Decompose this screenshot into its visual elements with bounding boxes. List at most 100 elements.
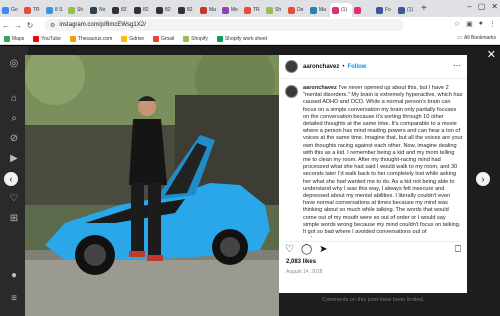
instagram-logo-icon[interactable]: ◎ [8, 58, 20, 70]
maximize-icon[interactable]: ▢ [478, 2, 486, 11]
comment-icon[interactable]: ◯ [301, 244, 312, 255]
bookmark-label: YouTube [41, 35, 61, 42]
instagram-page: ◎ ⌂ ⌕ ⊘ ▶ ✈ ♡ ⊞ ● ≡ [0, 46, 500, 316]
tab-favicon-icon [200, 6, 207, 14]
menu-icon[interactable]: ⋮ [489, 20, 496, 28]
bookmark-item[interactable]: Thesaurus.com [69, 35, 113, 42]
tab-favicon-icon [288, 6, 295, 14]
folder-icon: ▭ [457, 35, 463, 41]
bookmark-icon [216, 35, 223, 42]
reels-icon[interactable]: ▶ [8, 153, 20, 165]
tab-favicon-icon [178, 6, 185, 14]
browser-tab[interactable]: 82 [154, 3, 176, 17]
search-icon[interactable]: ⌕ [8, 113, 20, 125]
browser-tab[interactable]: 82 [176, 3, 198, 17]
url-text: instagram.com/p/BmcEWsg1X2/ [59, 22, 146, 28]
home-icon[interactable]: ⌂ [8, 93, 20, 105]
tab-label: Go [11, 7, 18, 13]
browser-tab[interactable]: De [286, 3, 308, 17]
browser-tab[interactable]: Go [0, 3, 22, 17]
reload-icon[interactable]: ↻ [24, 21, 36, 30]
browser-tab[interactable]: 8 S [44, 3, 66, 17]
bookmark-item[interactable]: Maps [4, 35, 25, 42]
browser-tab[interactable]: Fo [374, 3, 396, 17]
new-tab-button[interactable]: + [421, 3, 427, 14]
likes-count[interactable]: 2,083 likes [286, 259, 316, 265]
tab-label: (1) [407, 7, 414, 13]
tab-label: Ma [209, 7, 216, 13]
post-date: August 14, 2018 [286, 269, 323, 275]
close-window-icon[interactable]: ✕ [491, 2, 498, 11]
previous-post-button[interactable]: ‹ [4, 172, 18, 186]
browser-tab[interactable]: Ma [308, 3, 330, 17]
tab-label: 8 S [55, 7, 63, 13]
separator-dot: • [342, 63, 345, 70]
bookmark-label: Gdrive [129, 35, 145, 42]
browser-tab[interactable]: (1) [330, 3, 352, 17]
all-bookmarks-button[interactable]: ▭ All Bookmarks [457, 35, 496, 41]
save-icon[interactable]: ⎕ [455, 244, 461, 255]
browser-tab[interactable]: Ma [198, 3, 220, 17]
extensions-icon[interactable]: ▣ [466, 20, 473, 28]
caption-username[interactable]: aaronchavez [303, 85, 337, 91]
tab-label: Sh [275, 7, 282, 13]
tab-favicon-icon [68, 6, 75, 14]
tab-label: 82 [143, 7, 149, 13]
tab-label: De [297, 7, 304, 13]
tab-favicon-icon [354, 6, 361, 14]
post-details-panel: aaronchavez • Follow ⋯ aaronchavez I've … [279, 55, 467, 307]
profile-avatar-icon[interactable]: ● [8, 270, 20, 282]
more-options-icon[interactable]: ⋯ [453, 61, 461, 70]
create-icon[interactable]: ⊞ [8, 213, 20, 225]
like-icon[interactable]: ♡ [285, 244, 294, 255]
tab-favicon-icon [332, 6, 339, 14]
more-menu-icon[interactable]: ≡ [8, 293, 20, 305]
browser-tab[interactable]: (1) [396, 3, 418, 17]
browser-tab[interactable]: No [88, 3, 110, 17]
caption-body: I've never opened up about this, but I h… [303, 85, 463, 237]
browser-tab[interactable]: TR [242, 3, 264, 17]
tab-favicon-icon [24, 6, 31, 14]
bookmark-label: Maps [12, 35, 25, 42]
star-icon[interactable]: ☆ [454, 20, 460, 28]
bookmark-item[interactable]: Gmail [153, 35, 174, 42]
forward-icon[interactable]: → [12, 21, 24, 30]
browser-tab[interactable]: 82 [110, 3, 132, 17]
tab-favicon-icon [156, 6, 163, 14]
bookmark-label: Shopify [191, 35, 208, 42]
bookmark-icon [153, 35, 160, 42]
bookmark-item[interactable]: Gdrive [121, 35, 145, 42]
tab-label: 82 [165, 7, 171, 13]
browser-tab[interactable]: TR [22, 3, 44, 17]
next-post-button[interactable]: › [476, 172, 490, 186]
post-header: aaronchavez • Follow ⋯ [279, 55, 467, 79]
follow-button[interactable]: Follow [347, 64, 366, 70]
explore-icon[interactable]: ⊘ [8, 133, 20, 145]
bookmark-item[interactable]: Shopify work sheet [216, 35, 268, 42]
post-photo [25, 55, 279, 316]
tab-strip: Go TR 8 S Sh No 82 82 82 82 Ma Me TR Sh De Ma (1) Fo (1) +… [0, 0, 500, 17]
site-info-icon[interactable]: ⚙ [50, 22, 55, 29]
browser-tab[interactable]: Me [220, 3, 242, 17]
browser-tab[interactable]: Sh [66, 3, 88, 17]
caption-avatar[interactable] [285, 85, 298, 98]
post-username[interactable]: aaronchavez [303, 64, 339, 70]
browser-tab[interactable]: 82 [132, 3, 154, 17]
bookmark-icon [33, 35, 40, 42]
tab-favicon-icon [2, 6, 9, 14]
browser-tab[interactable]: Sh [264, 3, 286, 17]
bookmark-label: Shopify work sheet [224, 35, 268, 42]
share-icon[interactable]: ➤ [319, 244, 327, 255]
minimize-icon[interactable]: – [467, 2, 471, 11]
bookmark-item[interactable]: Shopify [183, 35, 208, 42]
bookmark-item[interactable]: YouTube [33, 35, 61, 42]
tab-label: (1) [341, 7, 348, 13]
url-input[interactable]: ⚙ instagram.com/p/BmcEWsg1X2/ [44, 19, 404, 31]
back-icon[interactable]: ← [0, 21, 12, 30]
avatar[interactable] [285, 60, 298, 73]
bookmark-label: Thesaurus.com [77, 35, 113, 42]
close-modal-icon[interactable]: ✕ [487, 48, 496, 61]
notifications-icon[interactable]: ♡ [8, 193, 20, 205]
browser-tab[interactable] [352, 3, 374, 17]
profile-icon[interactable]: ● [479, 20, 483, 28]
